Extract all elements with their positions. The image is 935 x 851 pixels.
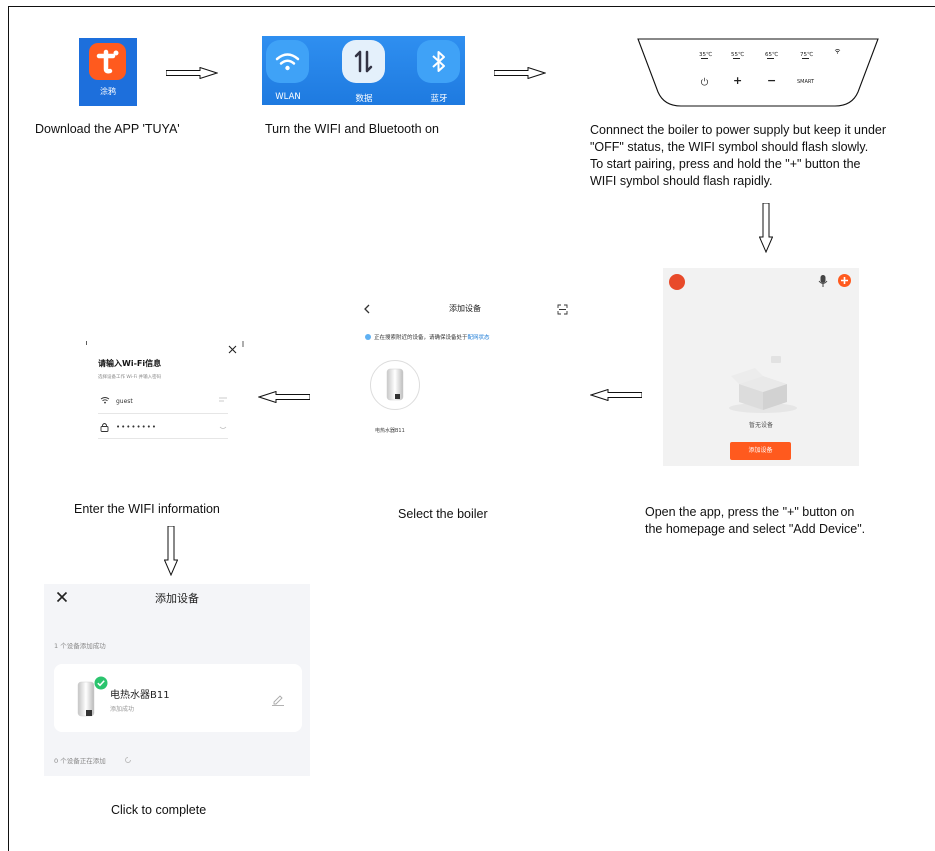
temp-35-indicator <box>701 58 708 59</box>
add-device-screen: 添加设备 正在搜索附近的设备，请确保设备处于配网状态 电热水器B11 <box>355 294 575 444</box>
wifi-icon <box>275 53 300 71</box>
arrow-right-2 <box>494 67 546 79</box>
temp-65-indicator <box>767 58 774 59</box>
water-heater-icon <box>386 368 404 401</box>
arrow-down-2 <box>164 526 178 576</box>
caption-connect-line-3: To start pairing, press and hold the "+"… <box>590 157 861 171</box>
tuya-t-icon <box>96 49 119 74</box>
add-device-button[interactable]: 添加设备 <box>730 442 791 460</box>
panel-wifi-icon <box>834 49 841 54</box>
plus-icon <box>841 277 848 284</box>
minus-button[interactable]: − <box>767 74 776 87</box>
quick-settings-panel: WLAN 数据 蓝牙 <box>262 36 465 105</box>
device-thumbnail[interactable] <box>370 360 420 410</box>
add-complete-screen: 添加设备 1 个设备添加成功 电热水器B11 添加成功 0 个设备正在添加 <box>44 584 310 776</box>
caption-open-app-line-1: Open the app, press the "+" button on <box>645 505 855 519</box>
avatar[interactable] <box>669 274 685 290</box>
corner-mark-right <box>242 341 244 347</box>
caption-connect-line-2: "OFF" status, the WIFI symbol should fla… <box>590 140 869 154</box>
added-count: 1 个设备添加成功 <box>54 642 106 650</box>
arrow-left-2 <box>258 391 310 403</box>
caption-complete: Click to complete <box>111 803 207 817</box>
adding-count: 0 个设备正在添加 <box>54 757 106 765</box>
power-icon[interactable] <box>700 77 709 86</box>
wifi-password-field[interactable]: •••••••• <box>116 423 157 431</box>
wlan-tile[interactable] <box>266 40 309 83</box>
wifi-info-subtitle: 选择设备工作 Wi-Fi 并输入密码 <box>98 375 162 380</box>
switch-network-icon[interactable] <box>218 397 228 403</box>
arrow-right-1 <box>166 67 218 79</box>
tuya-logo <box>89 43 126 80</box>
loading-icon <box>125 757 131 763</box>
corner-mark-left <box>86 341 87 345</box>
password-divider <box>98 438 228 439</box>
caption-select: Select the boiler <box>398 507 488 521</box>
caption-connect-line-1: Connnect the boiler to power supply but … <box>590 123 887 137</box>
plus-button[interactable]: + <box>733 74 742 87</box>
complete-title: 添加设备 <box>155 592 199 605</box>
arrow-left-1 <box>590 389 642 401</box>
caption-wifi-bluetooth: Turn the WIFI and Bluetooth on <box>265 122 439 136</box>
data-arrows-icon <box>354 50 373 73</box>
caption-connect-line-4: WIFI symbol should flash rapidly. <box>590 174 773 188</box>
wifi-icon <box>100 397 110 404</box>
ssid-divider <box>98 413 228 414</box>
device-name: 电热水器B11 <box>110 690 170 701</box>
caption-download: Download the APP 'TUYA' <box>35 122 180 136</box>
app-icon-label: 涂鸦 <box>100 87 116 96</box>
app-home-screen: 暂无设备 添加设备 <box>663 268 859 466</box>
device-card[interactable]: 电热水器B11 添加成功 <box>54 664 302 732</box>
searching-text: 正在搜索附近的设备，请确保设备处于配网状态 <box>374 335 490 341</box>
add-plus-button[interactable] <box>838 274 851 287</box>
edit-pencil-icon[interactable] <box>271 694 285 706</box>
wifi-info-screen: 请输入Wi-Fi信息 选择设备工作 Wi-Fi 并输入密码 guest ••••… <box>86 338 244 440</box>
temp-75-indicator <box>802 58 809 59</box>
wifi-info-title: 请输入Wi-Fi信息 <box>98 359 162 368</box>
bluetooth-icon <box>432 51 445 72</box>
lock-icon <box>100 423 109 432</box>
success-check-icon <box>94 676 108 690</box>
wifi-ssid-field[interactable]: guest <box>116 398 133 405</box>
device-status: 添加成功 <box>110 706 135 713</box>
tuya-app-icon: 涂鸦 <box>79 38 137 106</box>
wlan-label: WLAN <box>275 92 301 102</box>
data-label: 数据 <box>355 94 373 104</box>
device-name: 电热水器B11 <box>375 428 405 434</box>
microphone-icon[interactable] <box>817 274 829 288</box>
smart-button[interactable]: SMART <box>797 79 814 85</box>
close-icon[interactable] <box>228 345 237 354</box>
show-password-icon[interactable] <box>219 426 227 431</box>
empty-box-illustration <box>729 356 797 413</box>
bluetooth-tile[interactable] <box>417 40 460 83</box>
scan-icon[interactable] <box>557 304 568 315</box>
arrow-down-1 <box>759 203 773 253</box>
caption-wifi-info: Enter the WIFI information <box>74 502 220 516</box>
bluetooth-label: 蓝牙 <box>430 94 448 104</box>
boiler-control-panel: 35℃ 55℃ 65℃ 75℃ + − SMART <box>637 36 879 110</box>
no-devices-text: 暂无设备 <box>748 422 773 429</box>
data-tile[interactable] <box>342 40 385 83</box>
searching-spinner <box>365 334 371 340</box>
panel-outline <box>637 38 879 107</box>
add-device-title: 添加设备 <box>449 304 481 313</box>
caption-open-app-line-2: the homepage and select "Add Device". <box>645 522 866 536</box>
pairing-status-link[interactable]: 配网状态 <box>468 335 490 341</box>
temp-55-indicator <box>733 58 740 59</box>
